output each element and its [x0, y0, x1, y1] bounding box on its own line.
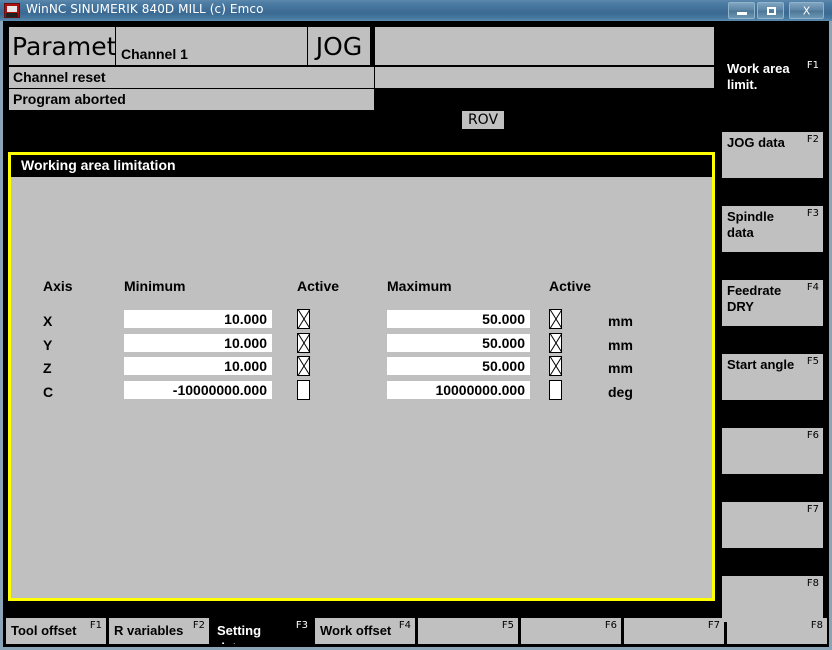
operating-area-label: Parameter: [8, 26, 116, 66]
minimize-button[interactable]: [728, 2, 755, 19]
softkey-fkey: F6: [806, 430, 819, 441]
softkey-fkey: F4: [398, 620, 411, 631]
minimum-input[interactable]: 10.000: [124, 310, 272, 328]
channel-status-message: Channel reset: [8, 66, 375, 89]
close-icon: X: [802, 4, 811, 17]
softkey-label: Setting data: [217, 623, 262, 644]
softkey-vertical-f3[interactable]: Spindle data F3: [722, 206, 823, 252]
softkey-label: JOG data: [727, 135, 785, 150]
header-program-field: [374, 26, 715, 66]
softkey-bottom-f6[interactable]: F6: [521, 618, 621, 644]
softkey-bottom-f3[interactable]: Setting data F3: [212, 618, 312, 644]
maximum-input[interactable]: 50.000: [387, 357, 530, 375]
softkey-fkey: F1: [806, 60, 819, 71]
softkey-vertical-f4[interactable]: Feedrate DRY F4: [722, 280, 823, 326]
softkey-vertical-f7[interactable]: F7: [722, 502, 823, 548]
softkey-fkey: F2: [806, 134, 819, 145]
unit-label: mm: [608, 313, 633, 329]
softkey-fkey: F3: [806, 208, 819, 219]
maximum-input[interactable]: 50.000: [387, 310, 530, 328]
program-status-message: Program aborted: [8, 88, 375, 111]
column-header-active-min: Active: [297, 278, 340, 294]
softkey-label: Start angle: [727, 357, 795, 372]
softkey-bottom-f8[interactable]: F8: [727, 618, 827, 644]
softkey-label: Feedrate DRY: [727, 283, 782, 314]
softkey-bottom-f5[interactable]: F5: [418, 618, 518, 644]
axis-label: X: [43, 313, 53, 329]
softkey-label: Spindle data: [727, 209, 774, 240]
unit-label: mm: [608, 360, 633, 376]
column-header-axis: Axis: [43, 278, 73, 294]
axis-label: Y: [43, 337, 53, 353]
minimize-icon: [737, 12, 747, 15]
softkey-fkey: F4: [806, 282, 819, 293]
window-titlebar[interactable]: WinNC SINUMERIK 840D MILL (c) Emco X: [0, 0, 832, 21]
maximum-active-checkbox[interactable]: [549, 333, 562, 353]
window-title: WinNC SINUMERIK 840D MILL (c) Emco: [26, 2, 264, 16]
softkey-label: Work offset: [320, 623, 392, 638]
minimum-active-checkbox[interactable]: [297, 333, 310, 353]
softkey-bottom-f1[interactable]: Tool offset F1: [6, 618, 106, 644]
panel-title: Working area limitation: [11, 155, 712, 177]
mode-label: JOG: [307, 26, 371, 66]
working-area-limitation-panel: Working area limitation Axis Minimum Act…: [8, 152, 715, 601]
unit-label: mm: [608, 337, 633, 353]
app-icon: [4, 3, 20, 18]
maximum-input[interactable]: 50.000: [387, 334, 530, 352]
header-status-right-field: [374, 66, 715, 89]
cnc-screen: Parameter Channel 1 JOG Channel reset Pr…: [3, 21, 829, 644]
window-client-area: Parameter Channel 1 JOG Channel reset Pr…: [0, 21, 832, 650]
softkey-vertical-f5[interactable]: Start angle F5: [722, 354, 823, 400]
softkey-bottom-f4[interactable]: Work offset F4: [315, 618, 415, 644]
softkey-fkey: F8: [810, 620, 823, 631]
channel-label: Channel 1: [115, 26, 308, 66]
softkey-vertical-f1[interactable]: Work area limit. F1: [722, 58, 823, 104]
softkey-fkey: F5: [806, 356, 819, 367]
close-button[interactable]: X: [789, 2, 824, 19]
softkey-bottom-f7[interactable]: F7: [624, 618, 724, 644]
maximum-active-checkbox[interactable]: [549, 309, 562, 329]
softkey-fkey: F7: [707, 620, 720, 631]
minimum-active-checkbox[interactable]: [297, 309, 310, 329]
unit-label: deg: [608, 384, 633, 400]
column-header-active-max: Active: [549, 278, 592, 294]
softkey-bottom-f2[interactable]: R variables F2: [109, 618, 209, 644]
softkey-fkey: F3: [295, 620, 308, 631]
softkey-fkey: F6: [604, 620, 617, 631]
application-window: WinNC SINUMERIK 840D MILL (c) Emco X Par…: [0, 0, 832, 650]
softkey-fkey: F7: [806, 504, 819, 515]
softkey-fkey: F8: [806, 578, 819, 589]
limits-table: Axis Minimum Active Maximum Active X 10.…: [11, 177, 712, 598]
minimum-input[interactable]: 10.000: [124, 334, 272, 352]
column-header-minimum: Minimum: [124, 278, 186, 294]
softkey-label: Tool offset: [11, 623, 77, 638]
softkey-fkey: F5: [501, 620, 514, 631]
softkey-label: R variables: [114, 623, 184, 638]
softkey-fkey: F1: [89, 620, 102, 631]
minimum-active-checkbox[interactable]: [297, 356, 310, 376]
column-header-maximum: Maximum: [387, 278, 452, 294]
maximum-input[interactable]: 10000000.000: [387, 381, 530, 399]
maximize-button[interactable]: [757, 2, 784, 19]
bottom-softkey-bar: Tool offset F1 R variables F2 Setting da…: [3, 618, 829, 644]
axis-label: C: [43, 384, 54, 400]
maximum-active-checkbox[interactable]: [549, 356, 562, 376]
maximum-active-checkbox[interactable]: [549, 380, 562, 400]
axis-label: Z: [43, 360, 52, 376]
minimum-input[interactable]: 10.000: [124, 357, 272, 375]
softkey-vertical-f2[interactable]: JOG data F2: [722, 132, 823, 178]
softkey-fkey: F2: [192, 620, 205, 631]
minimum-active-checkbox[interactable]: [297, 380, 310, 400]
minimum-input[interactable]: -10000000.000: [124, 381, 272, 399]
softkey-vertical-f8[interactable]: F8: [722, 576, 823, 622]
maximize-icon: [767, 7, 776, 15]
softkey-vertical-f6[interactable]: F6: [722, 428, 823, 474]
softkey-label: Work area limit.: [727, 61, 790, 92]
rov-indicator: ROV: [462, 111, 504, 129]
